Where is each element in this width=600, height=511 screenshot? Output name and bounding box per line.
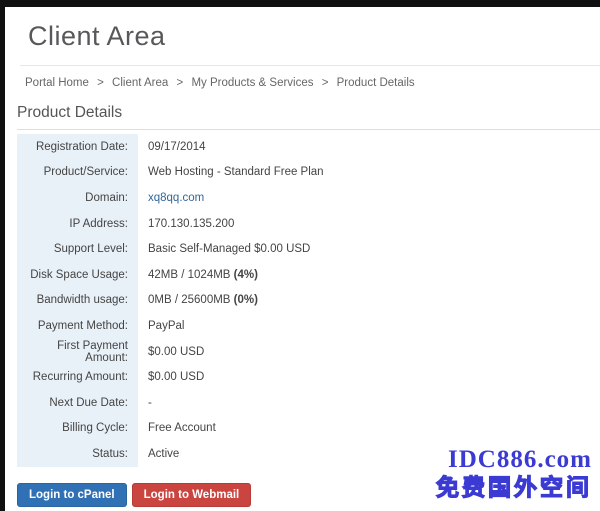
field-value: 0MB / 25600MB (0%) bbox=[138, 288, 258, 314]
status-value: Active bbox=[138, 441, 179, 467]
breadcrumb-link-client-area[interactable]: Client Area bbox=[112, 77, 168, 89]
table-row-next-due-date: Next Due Date: - bbox=[17, 390, 595, 416]
section-title-product-details: Product Details bbox=[17, 104, 600, 130]
field-value: Free Account bbox=[138, 416, 216, 442]
table-row-domain: Domain: xq8qq.com bbox=[17, 185, 595, 211]
field-label: Registration Date: bbox=[17, 134, 138, 160]
window-top-border bbox=[0, 0, 600, 7]
field-label: Support Level: bbox=[17, 236, 138, 262]
field-value: Web Hosting - Standard Free Plan bbox=[138, 160, 324, 186]
product-details-table: Registration Date: 09/17/2014 Product/Se… bbox=[17, 134, 595, 467]
field-label: Recurring Amount: bbox=[17, 364, 138, 390]
login-to-webmail-button[interactable]: Login to Webmail bbox=[132, 483, 252, 508]
breadcrumb: Portal Home > Client Area > My Products … bbox=[25, 77, 600, 89]
table-row-payment-method: Payment Method: PayPal bbox=[17, 313, 595, 339]
table-row-bandwidth-usage: Bandwidth usage: 0MB / 25600MB (0%) bbox=[17, 288, 595, 314]
action-buttons: Login to cPanel Login to Webmail bbox=[17, 483, 600, 508]
field-value: xq8qq.com bbox=[138, 185, 204, 211]
field-value: Basic Self-Managed $0.00 USD bbox=[138, 236, 310, 262]
field-label: Next Due Date: bbox=[17, 390, 138, 416]
breadcrumb-link-portal-home[interactable]: Portal Home bbox=[25, 77, 89, 89]
title-divider bbox=[20, 65, 600, 66]
field-label: First Payment Amount: bbox=[17, 339, 138, 365]
breadcrumb-current-product-details: Product Details bbox=[337, 77, 415, 89]
breadcrumb-separator: > bbox=[97, 77, 104, 89]
breadcrumb-separator: > bbox=[322, 77, 329, 89]
table-row-ip-address: IP Address: 170.130.135.200 bbox=[17, 211, 595, 237]
page-title: Client Area bbox=[28, 21, 600, 52]
table-row-billing-cycle: Billing Cycle: Free Account bbox=[17, 416, 595, 442]
field-value: 170.130.135.200 bbox=[138, 211, 234, 237]
table-row-disk-space-usage: Disk Space Usage: 42MB / 1024MB (4%) bbox=[17, 262, 595, 288]
field-value: - bbox=[138, 390, 152, 416]
field-label: Product/Service: bbox=[17, 160, 138, 186]
field-label: Disk Space Usage: bbox=[17, 262, 138, 288]
table-row-registration-date: Registration Date: 09/17/2014 bbox=[17, 134, 595, 160]
field-label: Bandwidth usage: bbox=[17, 288, 138, 314]
bandwidth-usage-percent: (0%) bbox=[234, 294, 258, 306]
breadcrumb-separator: > bbox=[177, 77, 184, 89]
client-area-page: Client Area Portal Home > Client Area > … bbox=[5, 7, 600, 507]
field-label: Domain: bbox=[17, 185, 138, 211]
table-row-product-service: Product/Service: Web Hosting - Standard … bbox=[17, 160, 595, 186]
field-label: Status: bbox=[17, 441, 138, 467]
domain-link[interactable]: xq8qq.com bbox=[148, 192, 204, 204]
field-value: 42MB / 1024MB (4%) bbox=[138, 262, 258, 288]
field-label: IP Address: bbox=[17, 211, 138, 237]
login-to-cpanel-button[interactable]: Login to cPanel bbox=[17, 483, 127, 508]
field-value: 09/17/2014 bbox=[138, 134, 206, 160]
table-row-first-payment-amount: First Payment Amount: $0.00 USD bbox=[17, 339, 595, 365]
disk-usage-percent: (4%) bbox=[234, 269, 258, 281]
table-row-recurring-amount: Recurring Amount: $0.00 USD bbox=[17, 364, 595, 390]
table-row-support-level: Support Level: Basic Self-Managed $0.00 … bbox=[17, 236, 595, 262]
field-value: $0.00 USD bbox=[138, 364, 204, 390]
field-value: PayPal bbox=[138, 313, 184, 339]
field-value: $0.00 USD bbox=[138, 339, 204, 365]
breadcrumb-link-my-products-services[interactable]: My Products & Services bbox=[191, 77, 313, 89]
table-row-status: Status: Active bbox=[17, 441, 595, 467]
field-label: Billing Cycle: bbox=[17, 416, 138, 442]
field-label: Payment Method: bbox=[17, 313, 138, 339]
